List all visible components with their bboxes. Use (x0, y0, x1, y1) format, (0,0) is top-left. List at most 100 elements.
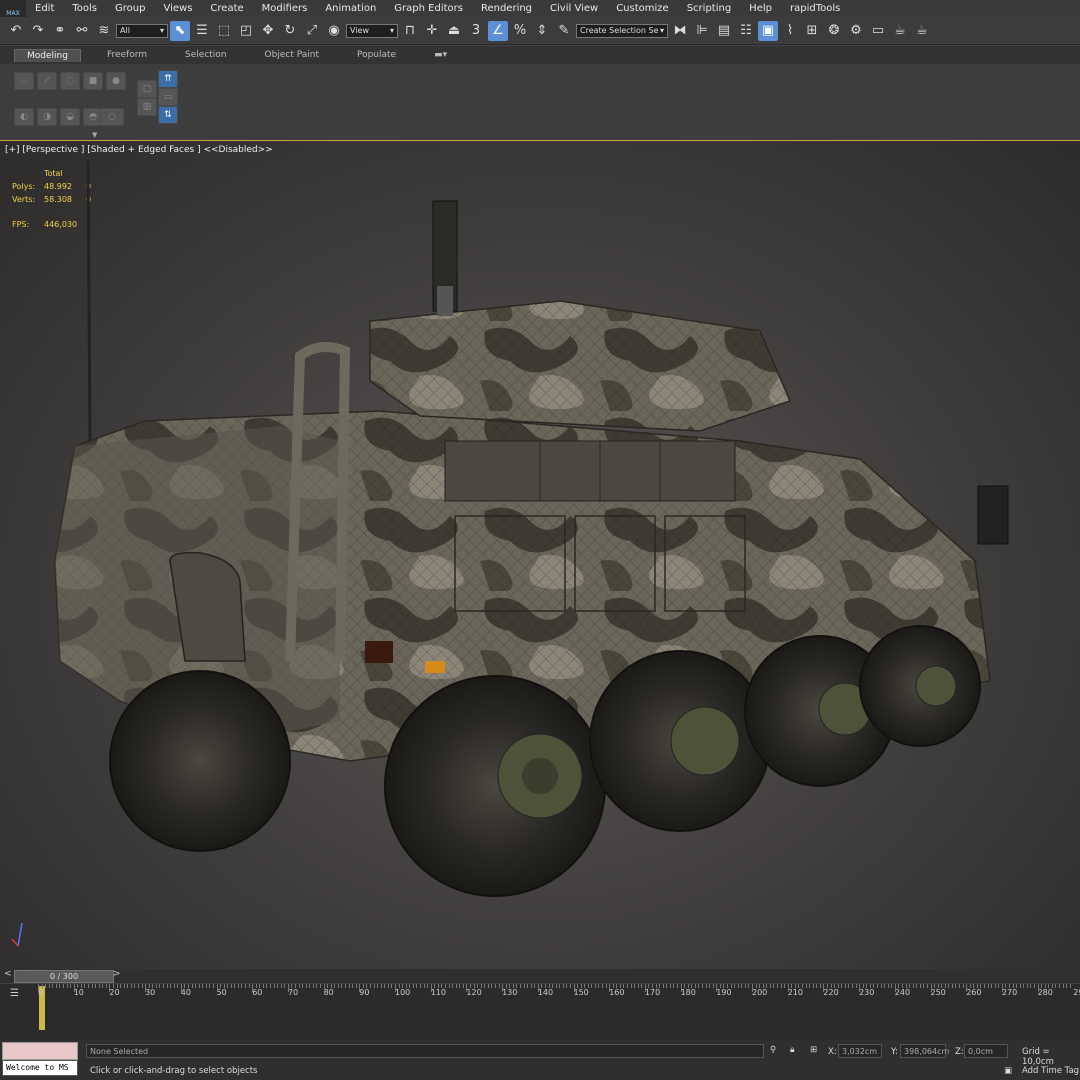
menu-group[interactable]: Group (106, 3, 154, 14)
frame-tick-mark (105, 984, 107, 988)
bind-space-warp-icon[interactable]: ≋ (94, 21, 114, 41)
menu-create[interactable]: Create (201, 3, 252, 14)
named-selection-set-dropdown[interactable]: Create Selection Se ▾ (576, 23, 668, 38)
track-bar[interactable]: ☰ 0 10 20 30 40 50 60 70 80 90 100 110 120 130 140 150 1… (0, 984, 1080, 1040)
element-icon[interactable]: ● (106, 72, 126, 90)
menu-scripting[interactable]: Scripting (678, 3, 740, 14)
tab-freeform[interactable]: Freeform (95, 49, 159, 61)
redo-icon[interactable]: ↷ (28, 21, 48, 41)
unlink-icon[interactable]: ⚯ (72, 21, 92, 41)
schematic-view-icon[interactable]: ⊞ (802, 21, 822, 41)
select-by-name-icon[interactable]: ☰ (192, 21, 212, 41)
angle-snap-icon[interactable]: ∠ (488, 20, 508, 41)
time-next-button[interactable]: > (113, 969, 121, 979)
app-logo[interactable]: MAX (0, 0, 26, 17)
pivot-center-icon[interactable]: ⊓ (400, 21, 420, 41)
menu-rendering[interactable]: Rendering (472, 3, 541, 14)
menu-modifiers[interactable]: Modifiers (253, 3, 317, 14)
link-icon[interactable]: ⚭ (50, 21, 70, 41)
percent-snap-icon[interactable]: % (510, 21, 530, 41)
select-object-icon[interactable]: ⬉ (170, 20, 190, 41)
toggle-ribbon-icon[interactable]: ☷ (736, 21, 756, 41)
armored-vehicle-model[interactable] (0, 141, 1080, 969)
curve-editor-icon[interactable]: ⌇ (780, 21, 800, 41)
menu-graph-editors[interactable]: Graph Editors (385, 3, 472, 14)
move-icon[interactable]: ✥ (258, 21, 278, 41)
menu-views[interactable]: Views (154, 3, 201, 14)
frame-tick-mark (773, 984, 775, 988)
spinner-snap-icon[interactable]: ⇕ (532, 21, 552, 41)
loop-icon[interactable]: ○ (100, 108, 124, 126)
time-prev-button[interactable]: < (4, 969, 12, 979)
scene-explorer-icon[interactable]: ▣ (758, 20, 778, 41)
align-icon[interactable]: ⊫ (692, 21, 712, 41)
z-coordinate-field[interactable]: 0,0cm (964, 1044, 1008, 1058)
isolate-icon[interactable]: ⚲ (770, 1045, 776, 1055)
shrink-icon[interactable]: ◒ (60, 108, 80, 126)
selection-filter-dropdown[interactable]: All ▾ (116, 23, 168, 38)
undo-icon[interactable]: ↶ (6, 21, 26, 41)
frame-tick-mark (270, 984, 272, 988)
menu-tools[interactable]: Tools (63, 3, 106, 14)
time-tag-icon[interactable]: ▣ (1004, 1066, 1012, 1076)
y-coordinate-field[interactable]: 398,064cm (900, 1044, 949, 1058)
preserve-uvs-icon[interactable]: ◐ (14, 108, 34, 126)
tab-object-paint[interactable]: Object Paint (253, 49, 331, 61)
frame-tick-mark (337, 984, 339, 988)
frame-tick-mark (395, 984, 396, 992)
keyboard-shortcut-icon[interactable]: ⏏ (444, 21, 464, 41)
tab-modeling[interactable]: Modeling (14, 48, 81, 62)
maxscript-listener[interactable]: Welcome to MS (2, 1060, 78, 1076)
time-slider[interactable]: 0 / 300 (14, 970, 114, 983)
menu-civil-view[interactable]: Civil View (541, 3, 607, 14)
rendered-frame-window-icon[interactable]: ▭ (868, 21, 888, 41)
collapse-stack-icon[interactable]: ▭ (158, 88, 178, 106)
open-mini-curve-editor-icon[interactable]: ☰ (10, 988, 26, 1000)
render-production-icon[interactable]: ☕ (890, 21, 910, 41)
menu-rapidtools[interactable]: rapidTools (781, 3, 849, 14)
layer-explorer-icon[interactable]: ▤ (714, 21, 734, 41)
menu-help[interactable]: Help (740, 3, 781, 14)
render-iterative-icon[interactable]: ☕ (912, 21, 932, 41)
mirror-icon[interactable]: ⧓ (670, 21, 690, 41)
perspective-viewport[interactable]: [+] [Perspective ] [Shaded + Edged Faces… (0, 141, 1080, 970)
ribbon-expand-icon[interactable]: ▼ (92, 131, 97, 139)
select-manipulate-icon[interactable]: ✛ (422, 21, 442, 41)
make-unique-icon[interactable]: ⇅ (158, 106, 178, 124)
place-icon[interactable]: ◉ (324, 21, 344, 41)
show-end-result-icon[interactable]: ⇈ (158, 70, 178, 88)
menu-customize[interactable]: Customize (607, 3, 678, 14)
use-displacement-icon[interactable]: ▥ (137, 98, 157, 116)
snaps-toggle-icon[interactable]: 3 (466, 21, 486, 41)
render-setup-icon[interactable]: ⚙ (846, 21, 866, 41)
frame-tick-mark (976, 984, 978, 988)
reference-coordinate-dropdown[interactable]: View ▾ (346, 23, 398, 38)
tab-populate[interactable]: Populate (345, 49, 408, 61)
modify-mode-icon[interactable]: ▢ (137, 80, 157, 98)
frame-tick-label: 90 (359, 988, 370, 997)
rectangular-selection-icon[interactable]: ⬚ (214, 21, 234, 41)
frame-tick-mark (648, 984, 650, 988)
x-coordinate-field[interactable]: 3,032cm (838, 1044, 882, 1058)
grow-icon[interactable]: ◑ (37, 108, 57, 126)
vertex-icon[interactable]: ∴ (14, 72, 34, 90)
material-editor-icon[interactable]: ❂ (824, 21, 844, 41)
add-time-tag-button[interactable]: Add Time Tag (1022, 1066, 1079, 1076)
frame-tick-mark (937, 984, 939, 988)
edit-named-selection-icon[interactable]: ✎ (554, 21, 574, 41)
frame-tick-mark (423, 984, 425, 988)
absolute-mode-icon[interactable]: ⊞ (810, 1045, 817, 1055)
ribbon-options-icon[interactable]: ▬▾ (422, 49, 459, 61)
lock-selection-icon[interactable]: 🔒︎ (790, 1045, 795, 1055)
scale-icon[interactable]: ⤢ (302, 21, 322, 41)
menu-edit[interactable]: Edit (26, 3, 63, 14)
border-icon[interactable]: ◌ (60, 72, 80, 90)
window-crossing-icon[interactable]: ◰ (236, 21, 256, 41)
menu-animation[interactable]: Animation (316, 3, 385, 14)
frame-tick-mark (748, 984, 750, 988)
edge-icon[interactable]: ⟋ (37, 72, 57, 90)
polygon-icon[interactable]: ■ (83, 72, 103, 90)
maxscript-mini-listener-top[interactable] (2, 1042, 78, 1060)
tab-selection[interactable]: Selection (173, 49, 238, 61)
rotate-icon[interactable]: ↻ (280, 21, 300, 41)
